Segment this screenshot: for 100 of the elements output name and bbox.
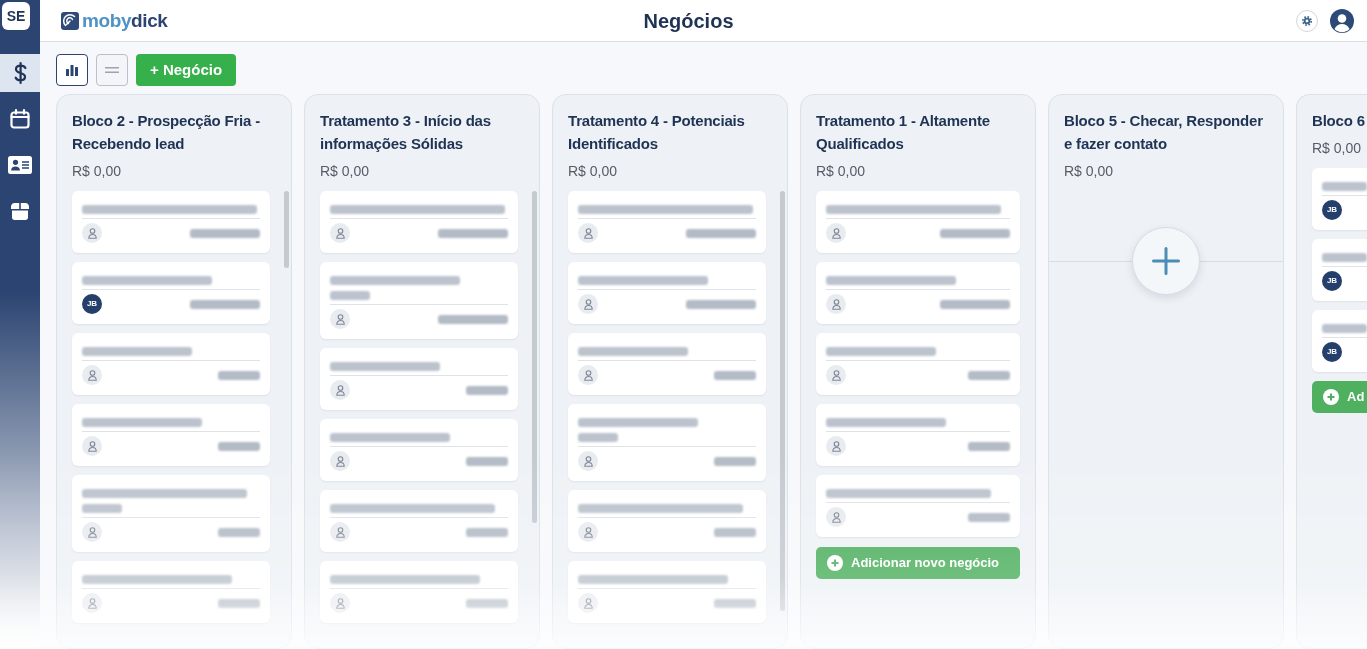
scrollbar-thumb[interactable]: [284, 191, 289, 268]
blurred-amount: [218, 441, 260, 451]
column-total: R$ 0,00: [568, 162, 619, 181]
deal-card[interactable]: [568, 561, 766, 623]
blurred-amount: [218, 527, 260, 537]
deal-card[interactable]: [320, 419, 518, 481]
column-title: Bloco 2 - Prospecção Fria - Recebendo lead: [72, 111, 261, 154]
column-title: Tratamento 3 - Início das informações Sólidas: [320, 111, 492, 154]
deal-card[interactable]: [568, 262, 766, 324]
person-avatar-icon: [330, 380, 350, 400]
scrollbar-thumb[interactable]: [532, 191, 537, 523]
deal-card[interactable]: [816, 333, 1020, 395]
blurred-amount: [968, 441, 1010, 451]
blurred-amount: [968, 512, 1010, 522]
deal-card[interactable]: [72, 191, 270, 253]
blurred-amount: [218, 370, 260, 380]
column-title: Bloco 6: [1312, 111, 1366, 131]
blurred-amount: [714, 370, 756, 380]
equals-icon: [105, 67, 119, 73]
person-avatar-icon: [826, 223, 846, 243]
column-title: Tratamento 4 - Potenciais Identificados: [568, 111, 746, 154]
settings-button[interactable]: [1296, 9, 1318, 32]
avatar-initials: JB: [1322, 271, 1342, 291]
person-avatar-icon: [82, 365, 102, 385]
person-avatar-icon: [330, 593, 350, 613]
person-avatar-icon: [330, 522, 350, 542]
person-avatar-icon: [82, 522, 102, 542]
deal-card[interactable]: [320, 561, 518, 623]
deal-card[interactable]: [72, 404, 270, 466]
person-avatar-icon: [330, 223, 350, 243]
column-total: R$ 0,00: [1312, 139, 1363, 158]
view-toggle-button[interactable]: [56, 54, 88, 86]
nav-item[interactable]: [0, 54, 40, 92]
person-avatar-icon: [82, 223, 102, 243]
deal-card[interactable]: JB: [1312, 310, 1367, 372]
view-toggle-button[interactable]: [96, 54, 128, 86]
blurred-amount: [438, 228, 508, 238]
column-title: Tratamento 1 - Altamente Qualificados: [816, 111, 991, 154]
deal-card[interactable]: [816, 191, 1020, 253]
person-avatar-icon: [330, 309, 350, 329]
blurred-amount: [714, 456, 756, 466]
person-avatar-icon: [826, 365, 846, 385]
deal-card[interactable]: JB: [1312, 168, 1367, 230]
logo-icon: [61, 11, 79, 30]
column-total: R$ 0,00: [1064, 162, 1115, 181]
blurred-amount: [218, 598, 260, 608]
deal-card[interactable]: [72, 333, 270, 395]
blurred-amount: [466, 385, 508, 395]
blurred-amount: [190, 299, 260, 309]
deal-card[interactable]: [568, 404, 766, 481]
deal-card[interactable]: [72, 475, 270, 552]
deal-card[interactable]: [320, 262, 518, 339]
page-title: Negócios: [643, 8, 734, 34]
person-avatar-icon: [330, 451, 350, 471]
logo-text: mobydick: [82, 11, 168, 30]
blurred-amount: [940, 228, 1010, 238]
person-avatar-icon: [578, 451, 598, 471]
blurred-amount: [686, 228, 756, 238]
calendar-icon: [10, 109, 30, 129]
scrollbar-thumb[interactable]: [780, 191, 785, 611]
workspace-badge[interactable]: SE: [2, 2, 30, 30]
blurred-amount: [714, 598, 756, 608]
blurred-amount: [714, 527, 756, 537]
deal-card[interactable]: JB: [1312, 239, 1367, 301]
bar-chart-icon: [66, 64, 78, 76]
blurred-amount: [940, 299, 1010, 309]
person-avatar-icon: [826, 294, 846, 314]
deal-card[interactable]: [72, 561, 270, 623]
user-avatar-icon[interactable]: [1330, 8, 1354, 33]
blurred-amount: [438, 314, 508, 324]
deal-card[interactable]: [816, 475, 1020, 537]
dollar-icon: [13, 62, 27, 84]
contact-card-icon: [8, 156, 32, 174]
deal-card[interactable]: [320, 348, 518, 410]
add-deal-button[interactable]: [1132, 227, 1200, 295]
deal-card[interactable]: JB: [72, 262, 270, 324]
person-avatar-icon: [826, 507, 846, 527]
person-avatar-icon: [578, 294, 598, 314]
deal-card[interactable]: [816, 404, 1020, 466]
deal-card[interactable]: [568, 191, 766, 253]
deal-card[interactable]: [320, 191, 518, 253]
deal-card[interactable]: [568, 333, 766, 395]
avatar-initials: JB: [1322, 200, 1342, 220]
plus-circle-icon: [1323, 389, 1339, 405]
avatar-initials: JB: [1322, 342, 1342, 362]
blurred-amount: [466, 456, 508, 466]
person-avatar-icon: [826, 436, 846, 456]
blurred-amount: [190, 228, 260, 238]
person-avatar-icon: [82, 593, 102, 613]
deal-card[interactable]: [816, 262, 1020, 324]
person-avatar-icon: [578, 223, 598, 243]
person-avatar-icon: [578, 522, 598, 542]
deal-card[interactable]: [320, 490, 518, 552]
column-title: Bloco 5 - Checar, Responder e fazer contato: [1064, 111, 1264, 154]
blurred-amount: [466, 598, 508, 608]
plus-circle-icon: [827, 555, 843, 571]
settings-icon: [1302, 15, 1312, 26]
deal-card[interactable]: [568, 490, 766, 552]
person-avatar-icon: [578, 593, 598, 613]
blurred-amount: [968, 370, 1010, 380]
